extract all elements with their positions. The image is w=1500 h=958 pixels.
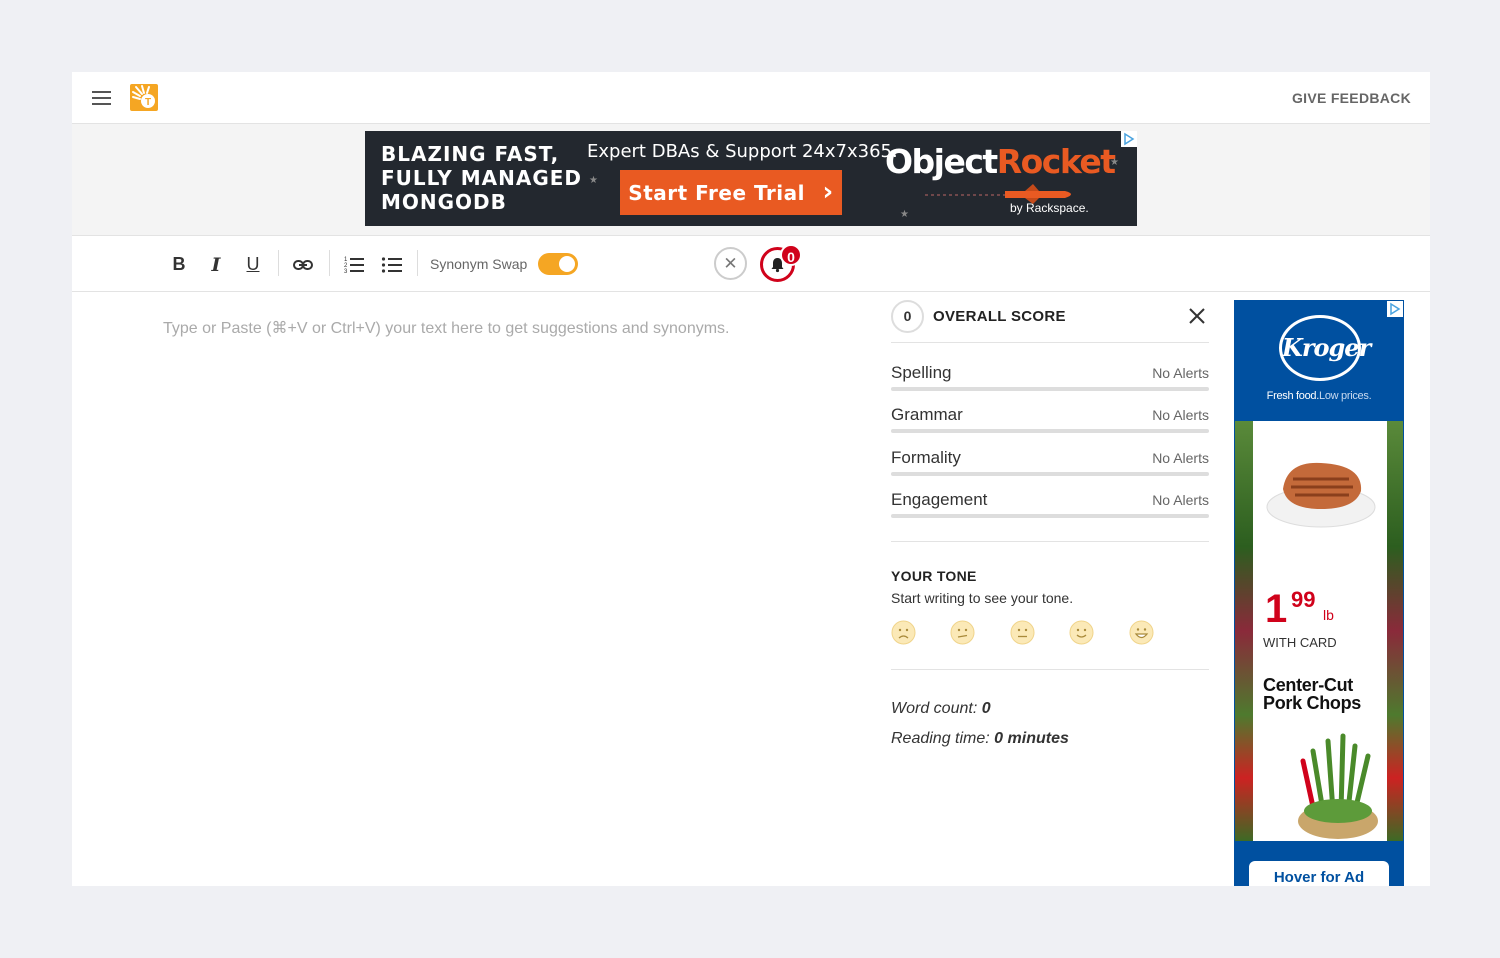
reading-time-label: Reading time: [891, 730, 995, 747]
product-line: Pork Chops [1263, 693, 1362, 713]
grin-face-icon [1129, 620, 1154, 645]
word-count: Word count: 0 [891, 700, 991, 718]
word-count-value: 0 [981, 700, 991, 717]
tone-title: YOUR TONE [891, 568, 977, 584]
category-status: No Alerts [1152, 492, 1209, 508]
bold-button[interactable]: B [168, 254, 190, 276]
vegetable-border [1235, 421, 1253, 841]
brand-part-2: Rocket [996, 142, 1116, 181]
toolbar-divider [417, 250, 418, 276]
banner-headline-line: MONGODB [381, 190, 507, 214]
price-cents: 99 [1291, 587, 1316, 612]
toolbar-divider [329, 250, 330, 276]
banner-headline-line: FULLY MANAGED [381, 166, 582, 190]
reading-time-value: 0 minutes [994, 730, 1069, 747]
kroger-logo: Kroger [1279, 315, 1371, 381]
sad-face-icon [891, 620, 916, 645]
app-logo[interactable]: T [130, 84, 158, 111]
confused-face-icon [950, 620, 975, 645]
product-line: Center-Cut [1263, 675, 1353, 695]
vegetable-border [1387, 421, 1403, 841]
objectrocket-logo: ObjectRocket [885, 142, 1116, 181]
alert-count-badge: 0 [780, 244, 802, 266]
divider [891, 541, 1209, 542]
pork-chop-image [1266, 462, 1376, 528]
top-bar: T GIVE FEEDBACK [72, 72, 1430, 124]
start-free-trial-button[interactable]: Start Free Trial › [620, 170, 842, 215]
banner-headline: BLAZING FAST, FULLY MANAGED MONGODB [381, 142, 582, 214]
category-name: Spelling [891, 363, 952, 382]
kroger-header: Kroger Fresh food.Low prices. [1235, 301, 1403, 421]
category-formality[interactable]: Formality No Alerts [891, 446, 1209, 476]
star-icon: ★ [1110, 157, 1119, 168]
format-toolbar: B I U 1 2 3 Synonym Swap ✕ 0 [72, 237, 1430, 292]
category-name: Grammar [891, 405, 963, 424]
synonym-swap-label: Synonym Swap [430, 256, 528, 272]
category-status: No Alerts [1152, 407, 1209, 423]
banner-headline-line: BLAZING FAST, [381, 142, 560, 166]
synonym-swap-toggle[interactable] [538, 253, 578, 275]
price: 1 99 lb [1265, 587, 1334, 631]
banner-tagline: Expert DBAs & Support 24x7x365. [587, 141, 898, 162]
price-unit: lb [1323, 607, 1334, 623]
italic-button[interactable]: I [205, 254, 227, 276]
overall-score-value: 0 [891, 300, 924, 333]
word-count-label: Word count: [891, 700, 982, 717]
price-dollars: 1 [1265, 587, 1288, 631]
category-engagement[interactable]: Engagement No Alerts [891, 488, 1209, 518]
text-editor[interactable]: Type or Paste (⌘+V or Ctrl+V) your text … [163, 318, 863, 338]
chevron-right-icon: › [822, 177, 834, 207]
kroger-tagline-part2: Low prices. [1319, 390, 1372, 402]
divider [891, 669, 1209, 670]
category-name: Formality [891, 448, 961, 467]
kroger-tagline-part1: Fresh food. [1266, 390, 1320, 402]
category-bar [891, 429, 1209, 433]
numbered-list-icon[interactable]: 1 2 3 [343, 254, 365, 276]
ad-body: 1 99 lb WITH CARD Center-Cut Pork Chops [1253, 421, 1387, 841]
toolbar-divider [278, 250, 279, 276]
kroger-side-ad[interactable]: Kroger Fresh food.Low prices. 1 99 lb WI… [1234, 300, 1404, 886]
category-status: No Alerts [1152, 450, 1209, 466]
category-bar [891, 472, 1209, 476]
category-grammar[interactable]: Grammar No Alerts [891, 403, 1209, 433]
app-window: T GIVE FEEDBACK BLAZING FAST, FULLY MANA… [72, 72, 1430, 886]
divider [891, 342, 1209, 343]
neutral-face-icon [1010, 620, 1035, 645]
menu-icon[interactable] [92, 91, 111, 105]
star-icon: ★ [589, 175, 598, 186]
link-icon[interactable] [292, 254, 314, 276]
category-bar [891, 514, 1209, 518]
reading-time: Reading time: 0 minutes [891, 730, 1069, 748]
close-icon[interactable] [1185, 304, 1209, 328]
bullet-list-icon[interactable] [381, 254, 403, 276]
category-bar [891, 387, 1209, 391]
hover-for-ad-area: Hover for Ad [1235, 841, 1403, 886]
vegetables-image [1298, 733, 1378, 839]
banner-ad[interactable]: BLAZING FAST, FULLY MANAGED MONGODB Expe… [365, 131, 1137, 226]
category-spelling[interactable]: Spelling No Alerts [891, 361, 1209, 391]
svg-text:3: 3 [344, 269, 348, 275]
with-card-label: WITH CARD [1263, 635, 1337, 650]
category-status: No Alerts [1152, 365, 1209, 381]
brand-part-1: Object [885, 142, 998, 181]
by-rackspace: by Rackspace. [1010, 201, 1089, 215]
adchoices-icon[interactable] [1121, 131, 1137, 147]
overall-score-title: OVERALL SCORE [933, 308, 1066, 325]
hover-for-ad-button[interactable]: Hover for Ad [1249, 861, 1389, 886]
give-feedback-link[interactable]: GIVE FEEDBACK [1292, 90, 1411, 106]
adchoices-icon[interactable] [1387, 301, 1403, 317]
product-name: Center-Cut Pork Chops [1263, 676, 1361, 712]
kroger-tagline: Fresh food.Low prices. [1235, 390, 1403, 402]
category-name: Engagement [891, 490, 988, 509]
underline-button[interactable]: U [242, 254, 264, 276]
smile-face-icon [1069, 620, 1094, 645]
star-icon: ★ [900, 209, 909, 220]
logo-letter: T [145, 97, 151, 108]
ad-band: BLAZING FAST, FULLY MANAGED MONGODB Expe… [72, 124, 1430, 236]
tone-subtitle: Start writing to see your tone. [891, 590, 1074, 606]
cta-label: Start Free Trial [628, 181, 805, 205]
clear-button[interactable]: ✕ [714, 247, 747, 280]
